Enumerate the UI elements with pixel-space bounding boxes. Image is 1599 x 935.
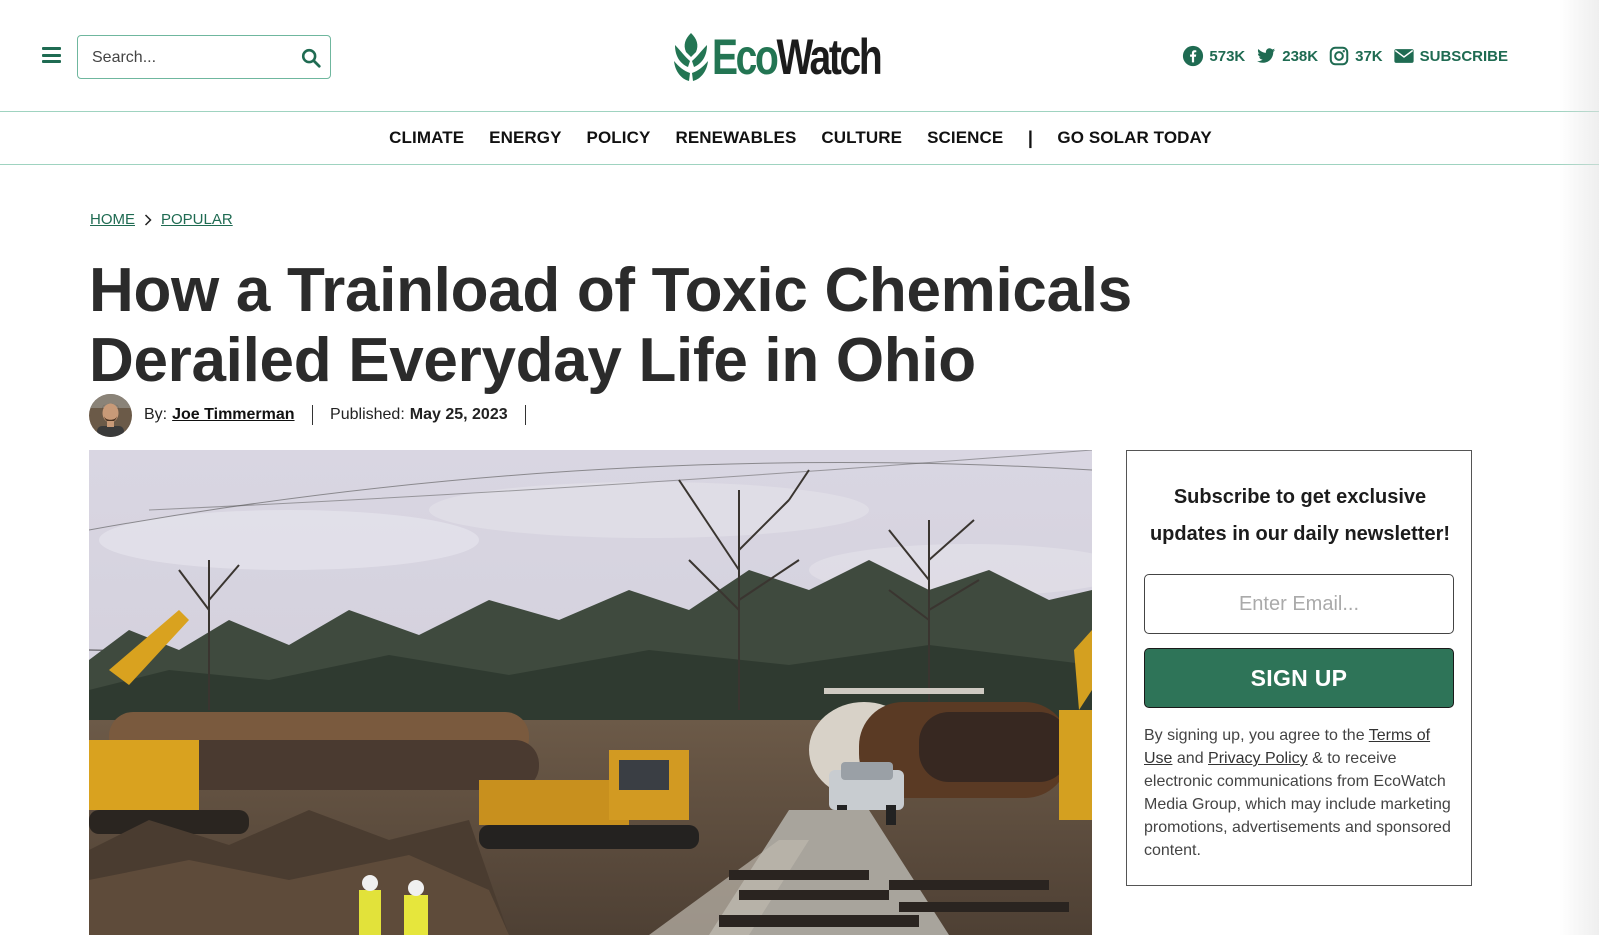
chevron-right-icon (144, 213, 152, 226)
instagram-icon (1329, 46, 1349, 66)
search-icon[interactable] (300, 47, 322, 69)
legal-text-2: and (1172, 750, 1209, 767)
published-date: May 25, 2023 (409, 406, 508, 423)
nav-separator: | (1027, 127, 1033, 148)
breadcrumb: HOME POPULAR (90, 211, 233, 228)
newsletter-signup: Subscribe to get exclusive updates in ou… (1126, 450, 1472, 886)
article-byline: By: Joe Timmerman Published: May 25, 202… (89, 393, 543, 437)
byline-divider (311, 405, 314, 425)
breadcrumb-popular[interactable]: POPULAR (161, 211, 233, 228)
instagram-count: 37K (1355, 47, 1383, 65)
leaf-logo-icon (674, 33, 708, 81)
breadcrumb-home[interactable]: HOME (90, 211, 135, 228)
subscribe-link[interactable]: SUBSCRIBE (1393, 45, 1508, 67)
article-title: How a Trainload of Toxic Chemicals Derai… (89, 256, 1169, 396)
logo-watch: Watch (776, 29, 883, 85)
newsletter-legal-text: By signing up, you agree to the Terms of… (1144, 724, 1454, 862)
nav-culture[interactable]: CULTURE (821, 128, 902, 148)
search-box (77, 35, 331, 79)
social-links: 573K 238K 37K SUBSCRIBE (1172, 45, 1508, 67)
twitter-link[interactable]: 238K (1255, 45, 1318, 67)
newsletter-heading: Subscribe to get exclusive updates in ou… (1145, 479, 1455, 553)
logo-wordmark: EcoWatch (712, 29, 883, 85)
menu-icon[interactable] (42, 47, 61, 63)
ecowatch-logo[interactable]: EcoWatch (672, 30, 928, 84)
search-input[interactable] (92, 46, 292, 70)
main-nav: CLIMATE ENERGY POLICY RENEWABLES CULTURE… (0, 112, 1599, 165)
nav-science[interactable]: SCIENCE (927, 128, 1003, 148)
legal-text-1: By signing up, you agree to the (1144, 727, 1369, 744)
privacy-policy-link[interactable]: Privacy Policy (1208, 750, 1308, 767)
envelope-icon (1394, 49, 1414, 63)
nav-go-solar-today[interactable]: GO SOLAR TODAY (1057, 128, 1211, 148)
sign-up-button[interactable]: SIGN UP (1144, 648, 1454, 708)
nav-energy[interactable]: ENERGY (489, 128, 561, 148)
newsletter-heading-line2: updates in our daily newsletter! (1149, 523, 1451, 545)
facebook-count: 573K (1209, 47, 1246, 65)
facebook-icon (1183, 45, 1204, 67)
article-title-line2: Derailed Everyday Life in Ohio (89, 326, 976, 395)
byline-by-label: By: (144, 406, 168, 423)
hero-image (89, 450, 1092, 935)
nav-policy[interactable]: POLICY (587, 128, 651, 148)
logo-eco: Eco (712, 29, 779, 85)
instagram-link[interactable]: 37K (1328, 45, 1383, 67)
published-label: Published: (330, 406, 405, 423)
email-field[interactable] (1144, 574, 1454, 634)
newsletter-heading-line1: Subscribe to get exclusive (1173, 486, 1427, 508)
article-title-line1: How a Trainload of Toxic Chemicals (89, 256, 1132, 325)
author-link[interactable]: Joe Timmerman (172, 406, 294, 424)
site-header: EcoWatch 573K 238K 37K (0, 0, 1599, 112)
facebook-link[interactable]: 573K (1182, 45, 1245, 67)
twitter-icon (1257, 48, 1276, 63)
author-avatar[interactable] (89, 393, 132, 437)
nav-climate[interactable]: CLIMATE (389, 128, 464, 148)
nav-renewables[interactable]: RENEWABLES (675, 128, 796, 148)
byline-divider-end (524, 405, 527, 425)
twitter-count: 238K (1282, 47, 1319, 65)
subscribe-label: SUBSCRIBE (1419, 47, 1508, 65)
